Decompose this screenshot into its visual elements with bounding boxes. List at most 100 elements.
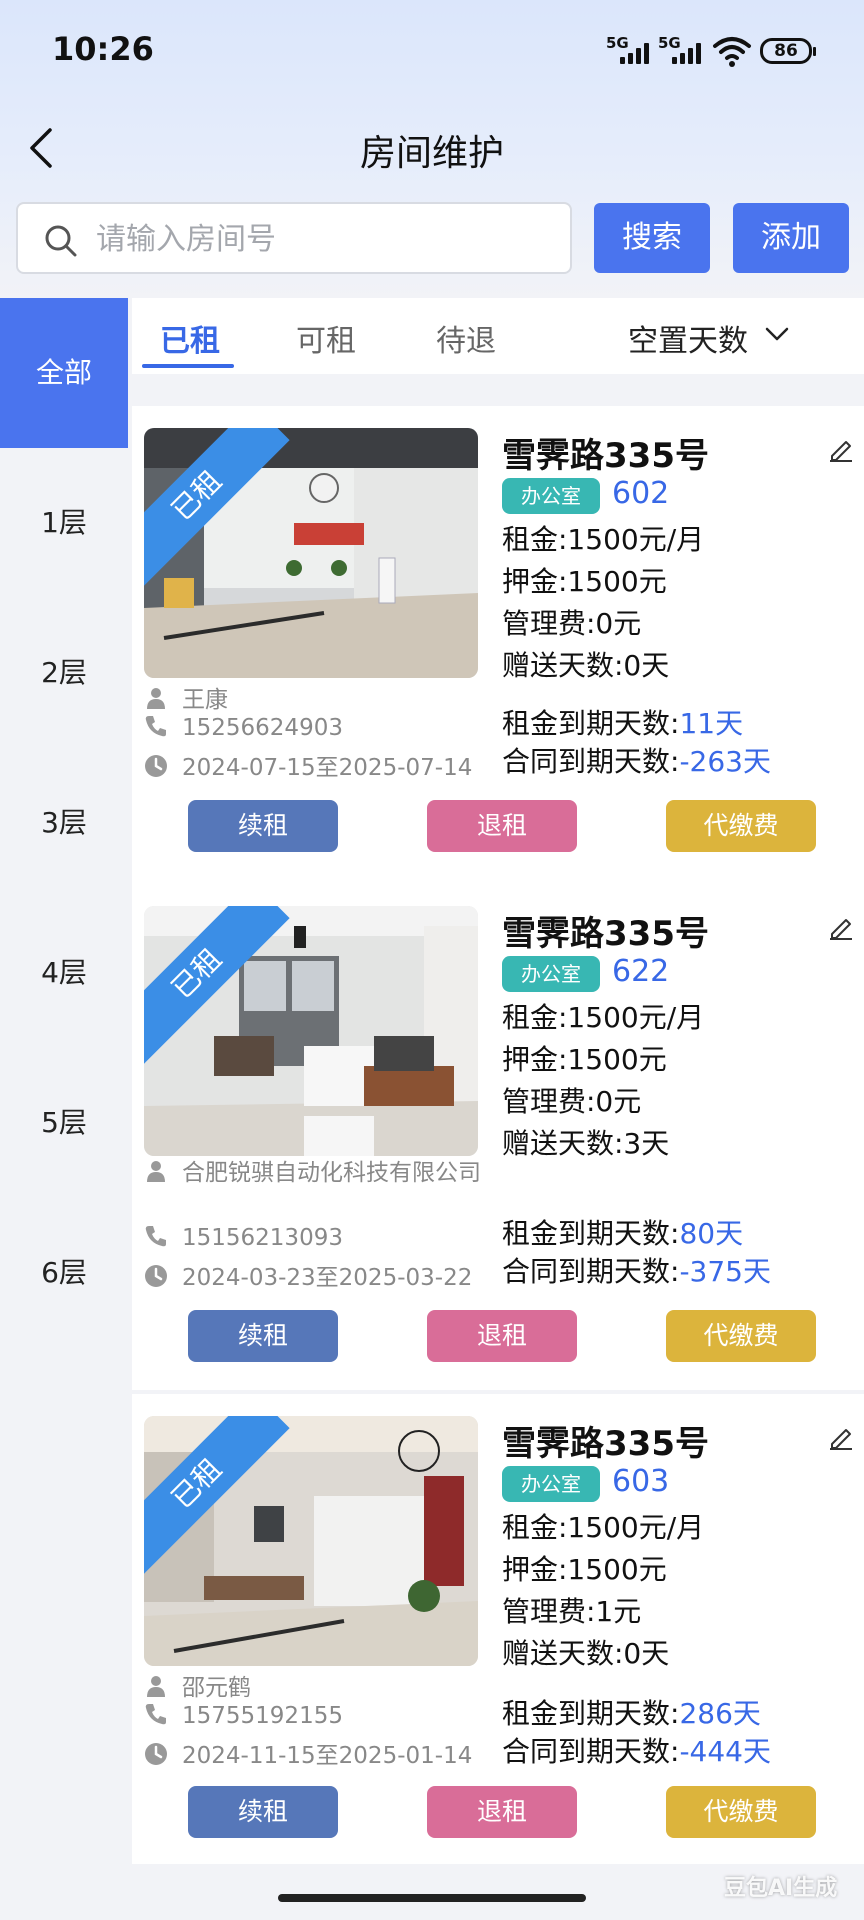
battery-icon: 86 [760, 38, 816, 64]
rent-text: 租金:1500元/月 [502, 1001, 705, 1034]
status-bar: 10:26 5G 5G 86 [0, 0, 864, 100]
room-number: 622 [612, 954, 670, 989]
rent-due-row: 租金到期天数:11天 [502, 702, 743, 742]
page-title: 房间维护 [359, 133, 504, 174]
tenant-name: 合肥锐骐自动化科技有限公司 [182, 1160, 481, 1186]
unrent-button[interactable]: 退租 [427, 800, 577, 852]
renew-button[interactable]: 续租 [188, 1310, 338, 1362]
edit-icon[interactable] [828, 1424, 854, 1450]
sidebar-item-floor-6[interactable]: 6层 [0, 1198, 128, 1348]
sidebar-item-floor-3[interactable]: 3层 [0, 748, 128, 898]
rent-due-value: 286天 [679, 1697, 761, 1730]
phone-row: 15755192155 [144, 1702, 343, 1729]
room-type-tag: 办公室 [502, 1466, 600, 1502]
status-time: 10:26 [52, 30, 154, 68]
deposit-text: 押金:1500元 [502, 1553, 667, 1586]
period-row: 2024-03-23至2025-03-22 [144, 1258, 472, 1292]
rent-text: 租金:1500元/月 [502, 1511, 705, 1544]
home-indicator[interactable] [278, 1894, 586, 1902]
deposit-text: 押金:1500元 [502, 1043, 667, 1076]
room-type-tag: 办公室 [502, 956, 600, 992]
lease-period: 2024-03-23至2025-03-22 [182, 1265, 473, 1291]
contract-due-row: 合同到期天数:-444天 [502, 1730, 771, 1770]
renew-button[interactable]: 续租 [188, 1786, 338, 1838]
room-address: 雪霁路335号 [502, 914, 709, 954]
room-number: 602 [612, 476, 670, 511]
person-icon [147, 1161, 165, 1182]
phone-icon [145, 716, 166, 737]
lease-period: 2024-11-15至2025-01-14 [182, 1743, 473, 1769]
period-row: 2024-11-15至2025-01-14 [144, 1736, 472, 1770]
status-tabs: 已租 可租 待退 [132, 298, 864, 374]
rent-due-row: 租金到期天数:286天 [502, 1692, 761, 1732]
contract-due-value: -375天 [679, 1255, 771, 1288]
clock-icon [145, 1265, 167, 1287]
room-search-input[interactable] [96, 216, 556, 262]
clock-icon [145, 1743, 167, 1765]
person-icon [147, 1676, 165, 1697]
rent-due-value: 80天 [679, 1217, 744, 1250]
tab-available[interactable]: 可租 [296, 316, 356, 360]
sidebar-item-floor-5[interactable]: 5层 [0, 1048, 128, 1198]
contract-due-row: 合同到期天数:-375天 [502, 1250, 771, 1290]
contract-due-value: -263天 [679, 745, 771, 778]
watermark: 豆包AI生成 [724, 1876, 838, 1901]
contract-due-row: 合同到期天数:-263天 [502, 740, 771, 780]
sort-dropdown[interactable]: 空置天数 [628, 316, 748, 360]
period-row: 2024-07-15至2025-07-14 [144, 748, 472, 782]
add-button[interactable]: 添加 [733, 203, 849, 273]
contract-due-label: 合同到期天数: [502, 1255, 680, 1288]
sidebar-item-floor-1[interactable]: 1层 [0, 448, 128, 598]
tenant-name: 王康 [182, 687, 228, 713]
room-type-tag: 办公室 [502, 478, 600, 514]
wifi-icon [713, 37, 751, 67]
tab-pending-exit[interactable]: 待退 [436, 316, 496, 360]
floor-sidebar: 全部 1层 2层 3层 4层 5层 6层 [0, 298, 128, 1920]
unrent-button[interactable]: 退租 [427, 1786, 577, 1838]
renew-button[interactable]: 续租 [188, 800, 338, 852]
chevron-down-icon[interactable] [764, 324, 790, 344]
room-card[interactable]: 已租 雪霁路335号 办公室 622 租金:1500元/月 押金:1500元 管… [132, 884, 864, 1390]
room-card[interactable]: 已租 雪霁路335号 办公室 603 租金:1500元/月 押金:1500元 管… [132, 1394, 864, 1864]
free-days-text: 赠送天数:0天 [502, 1637, 670, 1670]
person-icon [147, 688, 165, 709]
room-address: 雪霁路335号 [502, 1424, 709, 1464]
pay-fee-button[interactable]: 代缴费 [666, 1310, 816, 1362]
room-address: 雪霁路335号 [502, 436, 709, 476]
tab-rented[interactable]: 已租 [160, 316, 220, 360]
free-days-text: 赠送天数:0天 [502, 649, 670, 682]
rent-due-label: 租金到期天数: [502, 707, 680, 740]
room-photo: 已租 [144, 428, 478, 678]
pay-fee-button[interactable]: 代缴费 [666, 1786, 816, 1838]
edit-icon[interactable] [828, 436, 854, 462]
search-icon [45, 225, 77, 257]
tenant-phone: 15256624903 [182, 715, 343, 741]
rent-due-row: 租金到期天数:80天 [502, 1212, 743, 1252]
tenant-phone: 15755192155 [182, 1703, 343, 1729]
tenant-row: 合肥锐骐自动化科技有限公司 [144, 1156, 494, 1190]
active-tab-indicator [142, 364, 234, 368]
search-box[interactable] [16, 202, 572, 274]
sidebar-item-all[interactable]: 全部 [0, 298, 128, 448]
management-fee-text: 管理费:0元 [502, 1085, 642, 1118]
rent-due-value: 11天 [679, 707, 744, 740]
unrent-button[interactable]: 退租 [427, 1310, 577, 1362]
contract-due-label: 合同到期天数: [502, 745, 680, 778]
management-fee-text: 管理费:0元 [502, 607, 642, 640]
phone-icon [145, 1226, 166, 1247]
room-card[interactable]: 已租 雪霁路335号 办公室 602 租金:1500元/月 押金:1500元 管… [132, 406, 864, 884]
contract-due-label: 合同到期天数: [502, 1735, 680, 1768]
search-button[interactable]: 搜索 [594, 203, 710, 273]
edit-icon[interactable] [828, 914, 854, 940]
management-fee-text: 管理费:1元 [502, 1595, 642, 1628]
rent-due-label: 租金到期天数: [502, 1217, 680, 1250]
room-number: 603 [612, 1464, 670, 1499]
clock-icon [145, 755, 167, 777]
lease-period: 2024-07-15至2025-07-14 [182, 755, 473, 781]
phone-icon [145, 1704, 166, 1725]
rent-text: 租金:1500元/月 [502, 523, 705, 556]
sidebar-item-floor-4[interactable]: 4层 [0, 898, 128, 1048]
pay-fee-button[interactable]: 代缴费 [666, 800, 816, 852]
tenant-row: 王康 [144, 680, 228, 714]
sidebar-item-floor-2[interactable]: 2层 [0, 598, 128, 748]
